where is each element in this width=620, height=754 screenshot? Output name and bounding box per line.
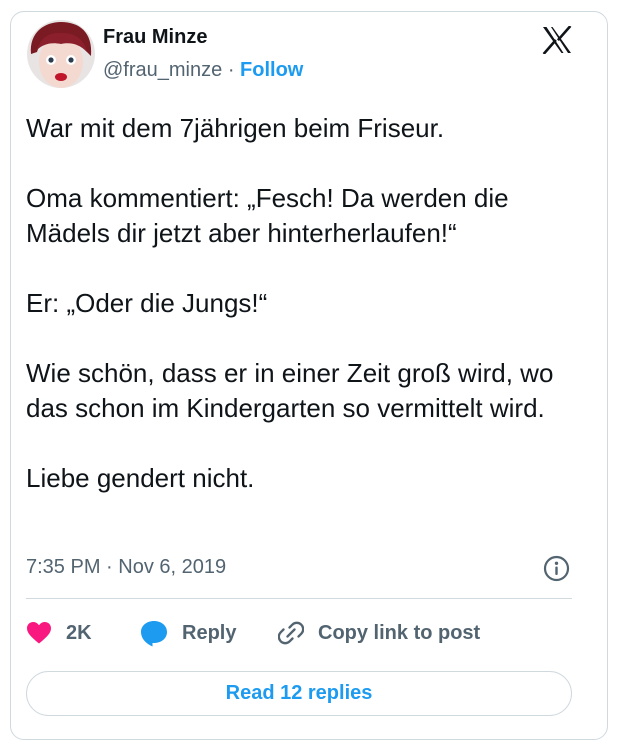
copy-link-label: Copy link to post bbox=[318, 621, 481, 644]
tweet-paragraph: Wie schön, dass er in einer Zeit groß wi… bbox=[26, 358, 554, 423]
author-name[interactable]: Frau Minze bbox=[103, 26, 207, 49]
tweet-paragraph: Oma kommentiert: „Fesch! Da werden die M… bbox=[26, 183, 509, 248]
avatar-image bbox=[27, 20, 95, 88]
info-icon[interactable] bbox=[543, 555, 570, 582]
like-count: 2K bbox=[66, 621, 92, 644]
copy-link-button[interactable]: Copy link to post bbox=[278, 615, 480, 651]
like-button[interactable]: 2K bbox=[26, 615, 92, 651]
reply-label: Reply bbox=[182, 621, 237, 644]
read-replies-button[interactable]: Read 12 replies bbox=[26, 671, 572, 716]
reply-button[interactable]: Reply bbox=[140, 615, 236, 651]
speech-bubble-icon bbox=[141, 620, 167, 646]
divider bbox=[26, 598, 572, 599]
avatar[interactable] bbox=[27, 20, 95, 88]
tweet-timestamp[interactable]: 7:35 PM · Nov 6, 2019 bbox=[26, 556, 226, 579]
link-icon bbox=[278, 621, 304, 645]
tweet-paragraph: War mit dem 7jährigen beim Friseur. bbox=[26, 113, 445, 143]
author-handle[interactable]: @frau_minze bbox=[103, 59, 222, 81]
tweet-text: War mit dem 7jährigen beim Friseur. Oma … bbox=[26, 111, 576, 496]
tweet-paragraph: Liebe gendert nicht. bbox=[26, 463, 255, 493]
author-handle-row: @frau_minze · Follow bbox=[103, 59, 303, 82]
follow-button[interactable]: Follow bbox=[240, 59, 303, 81]
tweet-paragraph: Er: „Oder die Jungs!“ bbox=[26, 288, 268, 318]
separator-dot: · bbox=[227, 59, 235, 81]
heart-icon bbox=[27, 622, 51, 644]
x-logo-icon[interactable] bbox=[542, 25, 572, 55]
